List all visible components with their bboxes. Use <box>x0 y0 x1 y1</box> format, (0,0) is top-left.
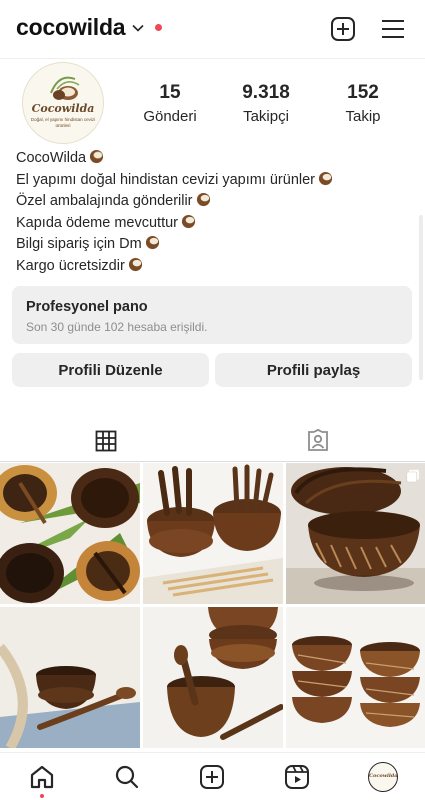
profile-username: cocowilda <box>16 14 126 40</box>
edit-profile-button[interactable]: Profili Düzenle <box>12 353 209 387</box>
coconut-emoji-icon <box>196 193 210 207</box>
share-profile-button[interactable]: Profili paylaş <box>215 353 412 387</box>
multiple-photos-icon <box>406 469 419 483</box>
photo-carved-coconut-bowls <box>286 463 425 604</box>
tagged-person-icon <box>308 429 328 451</box>
bio-line: Kapıda ödeme mevcuttur <box>16 213 411 235</box>
bio-line: CocoWilda <box>16 148 411 170</box>
bio-text: Özel ambalajında gönderilir <box>16 193 193 210</box>
divider <box>0 58 425 59</box>
grid-icon <box>95 430 117 451</box>
photo-bowl-with-spoon <box>0 607 140 748</box>
bio-text: Kargo ücretsizdir <box>16 257 125 274</box>
display-name: CocoWilda <box>16 150 87 166</box>
notification-dot <box>40 794 44 798</box>
stat-value: 152 <box>347 82 379 103</box>
bio-text: El yapımı doğal hindistan cevizi yapımı … <box>16 171 316 188</box>
bio-text: Kapıda ödeme mevcuttur <box>16 214 179 231</box>
post-thumbnail[interactable] <box>0 463 140 604</box>
bio-line: Özel ambalajında gönderilir <box>16 191 411 213</box>
tab-posts-grid[interactable] <box>0 420 212 462</box>
post-thumbnail[interactable] <box>286 607 425 748</box>
stat-label: Takip <box>345 108 381 125</box>
bio-line: Kargo ücretsizdir <box>16 256 411 278</box>
photo-coconut-bowls-leaves <box>0 463 140 604</box>
profile-avatar[interactable]: Cocowilda <box>368 762 398 792</box>
bio-line: Bilgi sipariş için Dm <box>16 234 411 256</box>
stat-label: Takipçi <box>243 108 289 125</box>
coconut-emoji-icon <box>181 214 196 228</box>
bio-line: El yapımı doğal hindistan cevizi yapımı … <box>16 170 411 192</box>
stat-label: Gönderi <box>143 108 197 125</box>
top-bar: cocowilda <box>0 0 425 58</box>
post-thumbnail[interactable] <box>143 463 283 604</box>
profile-bio: CocoWilda El yapımı doğal hindistan cevi… <box>16 148 411 278</box>
photo-stacked-bowls-spoons <box>143 607 283 748</box>
avatar-tagline: Doğal, el yapımı hindistan cevizi ürünle… <box>30 117 96 128</box>
coconut-emoji-icon <box>128 257 142 272</box>
photo-engraved-bowl-stacks <box>286 607 425 748</box>
stat-value: 9.318 <box>242 82 290 103</box>
account-switcher[interactable]: cocowilda <box>16 14 163 41</box>
post-thumbnail[interactable] <box>0 607 140 748</box>
scrollbar[interactable] <box>419 215 423 380</box>
following-count[interactable]: 152 Takip <box>323 82 403 125</box>
posts-count[interactable]: 15 Gönderi <box>130 82 210 125</box>
search-icon[interactable] <box>114 764 140 790</box>
coconut-emoji-icon <box>145 236 159 250</box>
bio-text: Bilgi sipariş için Dm <box>16 236 142 253</box>
menu-icon[interactable] <box>380 16 406 42</box>
profile-avatar[interactable]: Cocowilda Doğal, el yapımı hindistan cev… <box>22 62 104 144</box>
avatar-brand-text: Cocowilda <box>369 773 398 779</box>
dashboard-subtitle: Son 30 günde 102 hesaba erişildi. <box>26 320 208 334</box>
home-icon[interactable] <box>29 764 55 790</box>
chevron-down-icon <box>132 24 144 32</box>
notification-dot <box>155 24 163 31</box>
photo-coconut-cutlery-bowls <box>143 463 283 604</box>
tab-tagged[interactable] <box>212 420 424 462</box>
post-thumbnail[interactable] <box>286 463 425 604</box>
reels-icon[interactable] <box>284 764 310 790</box>
coconut-emoji-icon <box>318 171 333 185</box>
avatar-brand-text: Cocowilda <box>31 102 95 115</box>
professional-dashboard[interactable]: Profesyonel pano Son 30 günde 102 hesaba… <box>12 286 412 344</box>
divider <box>0 461 425 462</box>
dashboard-title: Profesyonel pano <box>26 299 148 315</box>
stat-value: 15 <box>159 82 181 103</box>
post-thumbnail[interactable] <box>143 607 283 748</box>
coconut-emoji-icon <box>90 149 104 164</box>
bottom-navigation: Cocowilda <box>0 752 425 800</box>
new-post-icon[interactable] <box>330 16 356 42</box>
create-post-icon[interactable] <box>199 764 225 790</box>
followers-count[interactable]: 9.318 Takipçi <box>226 82 306 125</box>
